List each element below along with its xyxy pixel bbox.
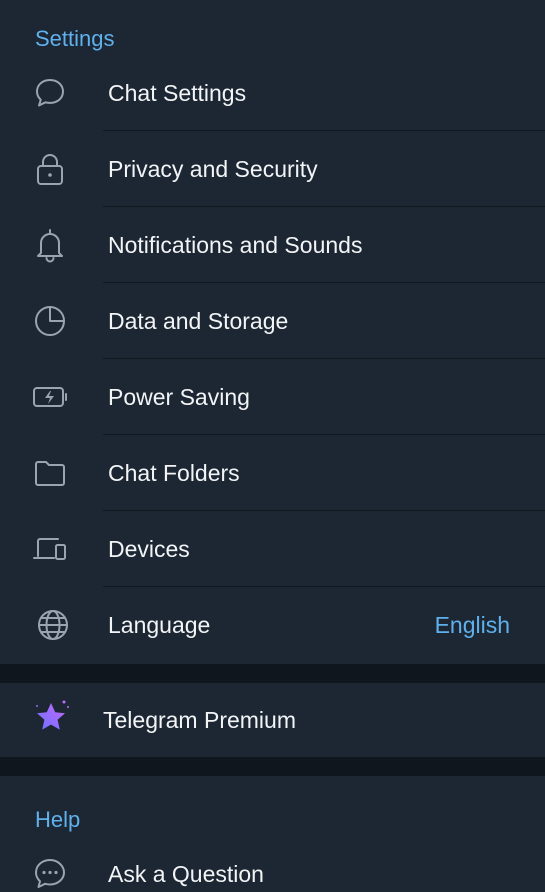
pie-chart-icon (30, 302, 70, 340)
settings-item-label: Data and Storage (108, 308, 289, 334)
settings-item-label: Language (108, 612, 211, 638)
settings-item-data-and-storage[interactable]: Data and Storage (0, 283, 545, 359)
premium-section: Telegram Premium (0, 683, 545, 757)
settings-item-privacy-and-security[interactable]: Privacy and Security (0, 131, 545, 207)
help-item-label: Ask a Question (108, 861, 264, 887)
settings-item-label: Chat Folders (108, 460, 240, 486)
battery-bolt-icon (30, 378, 70, 416)
telegram-premium-label: Telegram Premium (103, 707, 296, 733)
settings-screen: Settings Chat Settings Privacy and Secur… (0, 0, 545, 892)
settings-item-language[interactable]: Language English (0, 587, 545, 663)
settings-item-label: Devices (108, 536, 190, 562)
language-value: English (434, 612, 510, 638)
globe-icon (33, 606, 73, 644)
folder-icon (30, 454, 70, 492)
settings-item-label: Privacy and Security (108, 156, 318, 182)
bell-icon (30, 226, 70, 264)
help-item-ask-a-question[interactable]: Ask a Question (0, 836, 545, 892)
lock-icon (30, 150, 70, 188)
premium-star-icon (32, 699, 72, 737)
chat-dots-icon (30, 855, 70, 892)
chat-bubble-icon (30, 74, 70, 112)
settings-item-label: Power Saving (108, 384, 250, 410)
settings-item-chat-folders[interactable]: Chat Folders (0, 435, 545, 511)
help-section: Help Ask a Question (0, 776, 545, 892)
settings-section: Settings Chat Settings Privacy and Secur… (0, 0, 545, 664)
settings-item-chat-settings[interactable]: Chat Settings (0, 55, 545, 131)
settings-item-devices[interactable]: Devices (0, 511, 545, 587)
settings-item-label: Chat Settings (108, 80, 247, 106)
settings-item-power-saving[interactable]: Power Saving (0, 359, 545, 435)
help-section-header: Help (35, 807, 81, 832)
settings-section-header: Settings (35, 26, 115, 51)
telegram-premium-item[interactable]: Telegram Premium (0, 683, 545, 757)
settings-item-notifications-and-sounds[interactable]: Notifications and Sounds (0, 207, 545, 283)
devices-icon (30, 530, 70, 568)
settings-item-label: Notifications and Sounds (108, 232, 363, 258)
